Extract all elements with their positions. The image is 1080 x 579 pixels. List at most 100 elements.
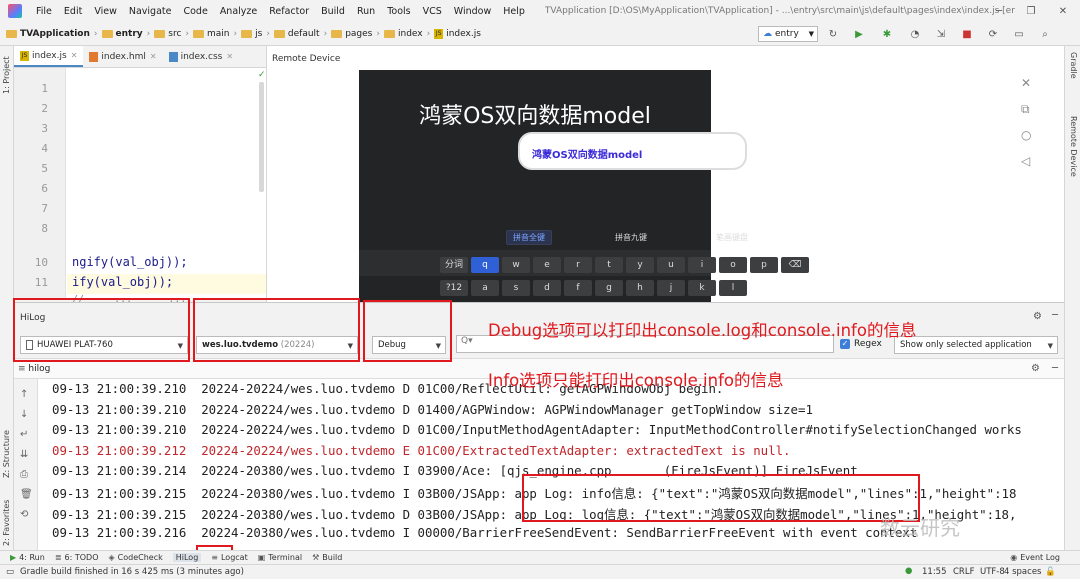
breadcrumb-item[interactable]: default: [273, 29, 320, 39]
restore-icon[interactable]: ❐: [1014, 0, 1048, 22]
scope-select[interactable]: Show only selected application ▼: [894, 336, 1058, 354]
search-icon[interactable]: ⌕: [1038, 27, 1052, 41]
tab-build[interactable]: ⚒ Build: [312, 553, 342, 562]
tab-todo[interactable]: ≣ 6: TODO: [55, 553, 99, 562]
print-icon[interactable]: ⎙: [20, 469, 28, 480]
gradle-tool-label[interactable]: Gradle: [1069, 52, 1078, 79]
tab-hilog[interactable]: HiLog: [172, 553, 202, 562]
menu-window[interactable]: Window: [448, 6, 497, 17]
favorites-tool-label[interactable]: 2: Favorites: [2, 500, 11, 546]
breadcrumb-item[interactable]: JS index.js: [434, 28, 481, 39]
back-icon[interactable]: ◁: [1021, 154, 1030, 168]
breadcrumb-item[interactable]: TVApplication: [6, 29, 90, 39]
keyboard-key[interactable]: q: [471, 257, 499, 273]
tab-index-css[interactable]: index.css ✕: [163, 46, 240, 67]
keyboard-key[interactable]: y: [626, 257, 654, 273]
file-encoding[interactable]: UTF-8: [980, 567, 1005, 577]
menu-edit[interactable]: Edit: [58, 6, 88, 17]
editor-scrollbar[interactable]: [259, 82, 264, 192]
keyboard-key[interactable]: ⌫: [781, 257, 809, 273]
breadcrumb-item[interactable]: entry: [101, 29, 143, 39]
attach-icon[interactable]: ⇲: [934, 27, 948, 41]
remote-device-tool-label[interactable]: Remote Device: [1069, 116, 1078, 177]
minimize-icon[interactable]: ─: [982, 0, 1016, 22]
line-separator[interactable]: CRLF: [953, 567, 974, 577]
close-icon[interactable]: ✕: [226, 52, 233, 61]
tab-index-hml[interactable]: index.hml ✕: [83, 46, 162, 67]
keyboard-key[interactable]: h: [626, 280, 654, 296]
tab-event-log[interactable]: ◉ Event Log: [1010, 553, 1060, 562]
menu-view[interactable]: View: [88, 6, 123, 17]
structure-tool-label[interactable]: Z: Structure: [2, 430, 11, 478]
keyboard-key[interactable]: e: [533, 257, 561, 273]
lock-icon[interactable]: 🔓: [1045, 567, 1056, 577]
menu-file[interactable]: File: [30, 6, 58, 17]
arrow-up-icon[interactable]: ↑: [20, 389, 28, 400]
project-tool-label[interactable]: 1: Project: [2, 56, 11, 94]
keyboard-key[interactable]: a: [471, 280, 499, 296]
keyboard-key[interactable]: r: [564, 257, 592, 273]
menu-analyze[interactable]: Analyze: [214, 6, 263, 17]
indent-setting[interactable]: 4 spaces: [1004, 567, 1041, 577]
menu-code[interactable]: Code: [177, 6, 213, 17]
cursor-position[interactable]: 11:55: [922, 567, 947, 577]
keyboard-key[interactable]: u: [657, 257, 685, 273]
keyboard-key[interactable]: ?12: [440, 280, 468, 296]
keyboard-tab-pinyin-nine[interactable]: 拼音九键: [615, 232, 647, 243]
tab-index-js[interactable]: JS index.js ✕: [14, 46, 84, 67]
code-editor[interactable]: 1 2 3 4 5 6 7 8 10 11 ngify(val_obj)); i…: [14, 68, 266, 305]
menu-help[interactable]: Help: [497, 6, 531, 17]
rotate-icon[interactable]: ⧉: [1021, 102, 1030, 117]
run-icon[interactable]: ▶: [852, 27, 866, 41]
tab-run[interactable]: ▶ 4: Run: [10, 553, 45, 562]
close-icon[interactable]: ✕: [1046, 0, 1080, 22]
keyboard-key[interactable]: w: [502, 257, 530, 273]
breadcrumb-item[interactable]: index: [383, 29, 423, 39]
keyboard-key[interactable]: k: [688, 280, 716, 296]
keyboard-key[interactable]: f: [564, 280, 592, 296]
sync-icon[interactable]: ⟳: [986, 27, 1000, 41]
scroll-end-icon[interactable]: ⇊: [20, 449, 28, 460]
keyboard-key[interactable]: l: [719, 280, 747, 296]
breadcrumb-item[interactable]: src: [154, 29, 181, 39]
keyboard-key[interactable]: o: [719, 257, 747, 273]
arrow-down-icon[interactable]: ↓: [20, 409, 28, 420]
gear-icon[interactable]: ⚙: [1033, 311, 1042, 322]
tab-logcat[interactable]: ≡ Logcat: [211, 553, 247, 562]
menu-tools[interactable]: Tools: [381, 6, 416, 17]
settings-icon[interactable]: ⚙: [1031, 363, 1040, 374]
keyboard-key[interactable]: g: [595, 280, 623, 296]
tab-hilog[interactable]: ≡ hilog: [18, 364, 50, 374]
breadcrumb-item[interactable]: pages: [331, 29, 372, 39]
device-manager-icon[interactable]: ▭: [1012, 27, 1026, 41]
close-icon[interactable]: ✕: [1021, 76, 1031, 90]
close-icon[interactable]: ✕: [150, 52, 157, 61]
wrap-icon[interactable]: ↵: [20, 429, 28, 440]
keyboard-key[interactable]: d: [533, 280, 561, 296]
minimize-panel-icon[interactable]: ─: [1052, 310, 1058, 321]
stop-icon[interactable]: ■: [960, 27, 974, 41]
keyboard-key[interactable]: j: [657, 280, 685, 296]
menu-vcs[interactable]: VCS: [417, 6, 448, 17]
close-icon[interactable]: ✕: [71, 51, 78, 60]
keyboard-key[interactable]: t: [595, 257, 623, 273]
trash-icon[interactable]: 🗑: [20, 489, 33, 500]
menu-refactor[interactable]: Refactor: [263, 6, 315, 17]
restart-icon[interactable]: ⟲: [20, 509, 28, 520]
tab-terminal[interactable]: ▣ Terminal: [258, 553, 302, 562]
run-config-select[interactable]: ☁ entry ▼: [758, 26, 818, 42]
keyboard-tab-stroke[interactable]: 笔画键盘: [716, 232, 748, 243]
tab-codecheck[interactable]: ◈ CodeCheck: [109, 553, 163, 562]
profile-icon[interactable]: ◔: [908, 27, 922, 41]
keyboard-key[interactable]: p: [750, 257, 778, 273]
minimize-icon[interactable]: ─: [1052, 363, 1058, 374]
refresh-icon[interactable]: ↻: [826, 27, 840, 41]
keyboard-key[interactable]: 分词: [440, 257, 468, 273]
breadcrumb-item[interactable]: main: [193, 29, 230, 39]
menu-run[interactable]: Run: [351, 6, 381, 17]
breadcrumb-item[interactable]: js: [241, 29, 262, 39]
keyboard-key[interactable]: s: [502, 280, 530, 296]
menu-build[interactable]: Build: [315, 6, 351, 17]
keyboard-tab-pinyin-full[interactable]: 拼音全键: [506, 230, 552, 245]
debug-icon[interactable]: ✱: [880, 27, 894, 41]
